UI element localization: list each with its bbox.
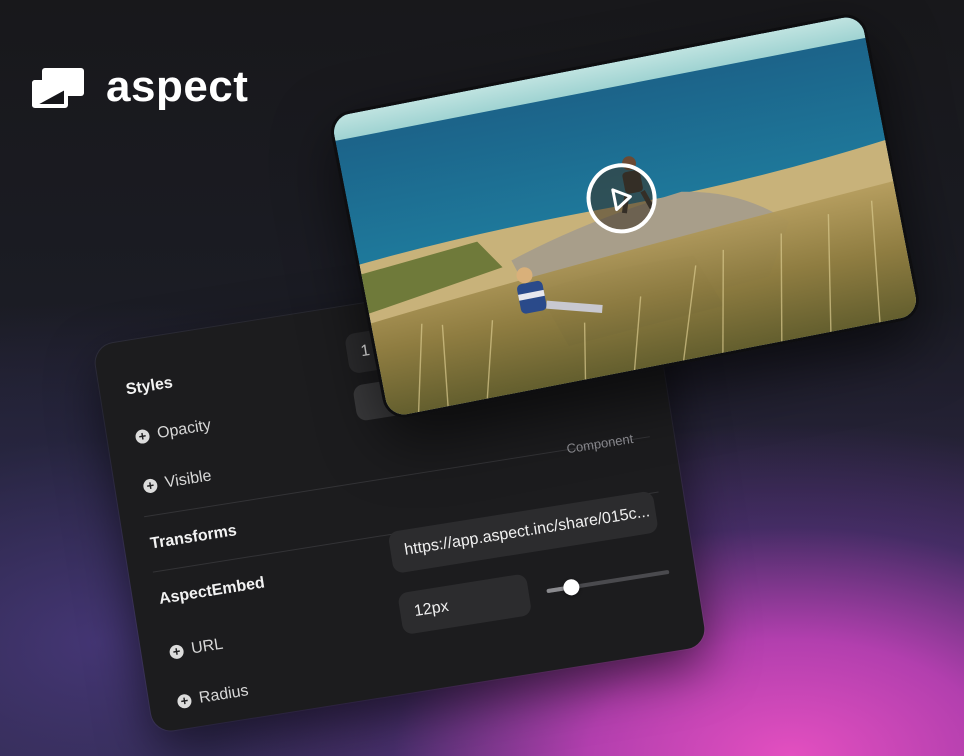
brand-name: aspect [106,62,249,111]
add-circle-icon: + [176,693,193,710]
aspectembed-section-title: AspectEmbed [157,574,266,608]
component-hint: Component [565,430,635,457]
play-icon [611,187,632,211]
add-circle-icon: + [142,477,159,494]
visible-label: Visible [163,467,213,492]
add-circle-icon: + [134,428,151,445]
opacity-label: Opacity [155,416,213,443]
visible-row[interactable]: + Visible [142,467,213,496]
aspect-logo-icon [30,64,86,110]
video-embed[interactable] [327,10,923,422]
radius-row[interactable]: + Radius [176,682,250,711]
add-circle-icon: + [168,643,185,660]
radius-slider-thumb[interactable] [562,578,581,597]
opacity-row[interactable]: + Opacity [134,417,212,447]
radius-label: Radius [197,682,250,707]
url-input[interactable]: https://app.aspect.inc/share/015c... [387,490,659,574]
url-row[interactable]: + URL [168,636,224,662]
url-label: URL [190,635,225,658]
radius-input[interactable]: 12px [397,573,533,636]
styles-section-title: Styles [124,374,174,399]
brand-logo: aspect [30,62,248,112]
transforms-section-title[interactable]: Transforms [149,522,238,553]
radius-slider[interactable] [546,569,670,597]
